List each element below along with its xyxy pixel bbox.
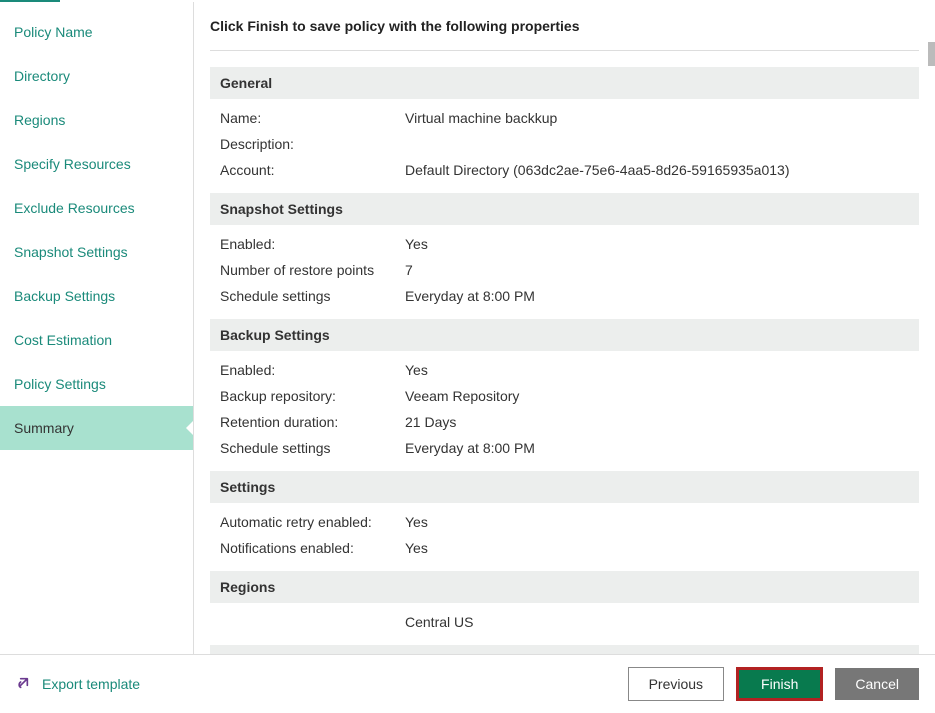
value-snapshot-enabled: Yes: [405, 236, 428, 252]
label-backup-schedule: Schedule settings: [220, 440, 405, 456]
row-account: Account: Default Directory (063dc2ae-75e…: [210, 157, 919, 183]
label-restore-points: Number of restore points: [220, 262, 405, 278]
row-notifications: Notifications enabled: Yes: [210, 535, 919, 561]
export-template-label: Export template: [42, 676, 140, 692]
row-restore-points: Number of restore points 7: [210, 257, 919, 283]
row-name: Name: Virtual machine backkup: [210, 105, 919, 131]
section-resources-header: Resources: [210, 645, 919, 654]
value-retry: Yes: [405, 514, 428, 530]
value-region: Central US: [405, 614, 473, 630]
value-backup-repo: Veeam Repository: [405, 388, 519, 404]
content-title: Click Finish to save policy with the fol…: [210, 2, 919, 51]
value-notifications: Yes: [405, 540, 428, 556]
value-backup-schedule: Everyday at 8:00 PM: [405, 440, 535, 456]
finish-button[interactable]: Finish: [736, 667, 823, 701]
scrollbar[interactable]: [928, 42, 935, 66]
sidebar-item-directory[interactable]: Directory: [0, 54, 193, 98]
label-region: [220, 614, 405, 630]
value-snapshot-schedule: Everyday at 8:00 PM: [405, 288, 535, 304]
sidebar-item-regions[interactable]: Regions: [0, 98, 193, 142]
row-backup-enabled: Enabled: Yes: [210, 357, 919, 383]
section-backup-header: Backup Settings: [210, 319, 919, 351]
row-region: Central US: [210, 609, 919, 635]
section-snapshot-header: Snapshot Settings: [210, 193, 919, 225]
label-backup-enabled: Enabled:: [220, 362, 405, 378]
share-arrow-icon: [16, 674, 32, 695]
wizard-footer: Export template Previous Finish Cancel: [0, 654, 935, 713]
wizard-sidebar: Policy Name Directory Regions Specify Re…: [0, 2, 193, 654]
row-backup-schedule: Schedule settings Everyday at 8:00 PM: [210, 435, 919, 461]
label-snapshot-schedule: Schedule settings: [220, 288, 405, 304]
sidebar-item-exclude-resources[interactable]: Exclude Resources: [0, 186, 193, 230]
label-backup-repo: Backup repository:: [220, 388, 405, 404]
row-retry: Automatic retry enabled: Yes: [210, 509, 919, 535]
section-settings-header: Settings: [210, 471, 919, 503]
value-retention: 21 Days: [405, 414, 456, 430]
sidebar-item-policy-name[interactable]: Policy Name: [0, 10, 193, 54]
row-backup-repo: Backup repository: Veeam Repository: [210, 383, 919, 409]
label-retry: Automatic retry enabled:: [220, 514, 405, 530]
sidebar-item-snapshot-settings[interactable]: Snapshot Settings: [0, 230, 193, 274]
cancel-button[interactable]: Cancel: [835, 668, 919, 700]
sidebar-item-cost-estimation[interactable]: Cost Estimation: [0, 318, 193, 362]
section-regions-header: Regions: [210, 571, 919, 603]
sidebar-item-policy-settings[interactable]: Policy Settings: [0, 362, 193, 406]
row-snapshot-schedule: Schedule settings Everyday at 8:00 PM: [210, 283, 919, 309]
label-description: Description:: [220, 136, 405, 152]
label-notifications: Notifications enabled:: [220, 540, 405, 556]
label-snapshot-enabled: Enabled:: [220, 236, 405, 252]
value-restore-points: 7: [405, 262, 413, 278]
section-general-header: General: [210, 67, 919, 99]
value-account: Default Directory (063dc2ae-75e6-4aa5-8d…: [405, 162, 790, 178]
previous-button[interactable]: Previous: [628, 667, 724, 701]
value-name: Virtual machine backkup: [405, 110, 557, 126]
label-name: Name:: [220, 110, 405, 126]
sidebar-item-backup-settings[interactable]: Backup Settings: [0, 274, 193, 318]
row-description: Description:: [210, 131, 919, 157]
export-template-link[interactable]: Export template: [16, 674, 140, 695]
label-account: Account:: [220, 162, 405, 178]
label-retention: Retention duration:: [220, 414, 405, 430]
summary-content: Click Finish to save policy with the fol…: [193, 2, 935, 654]
sidebar-item-specify-resources[interactable]: Specify Resources: [0, 142, 193, 186]
sidebar-item-summary[interactable]: Summary: [0, 406, 193, 450]
value-backup-enabled: Yes: [405, 362, 428, 378]
row-snapshot-enabled: Enabled: Yes: [210, 231, 919, 257]
row-retention: Retention duration: 21 Days: [210, 409, 919, 435]
